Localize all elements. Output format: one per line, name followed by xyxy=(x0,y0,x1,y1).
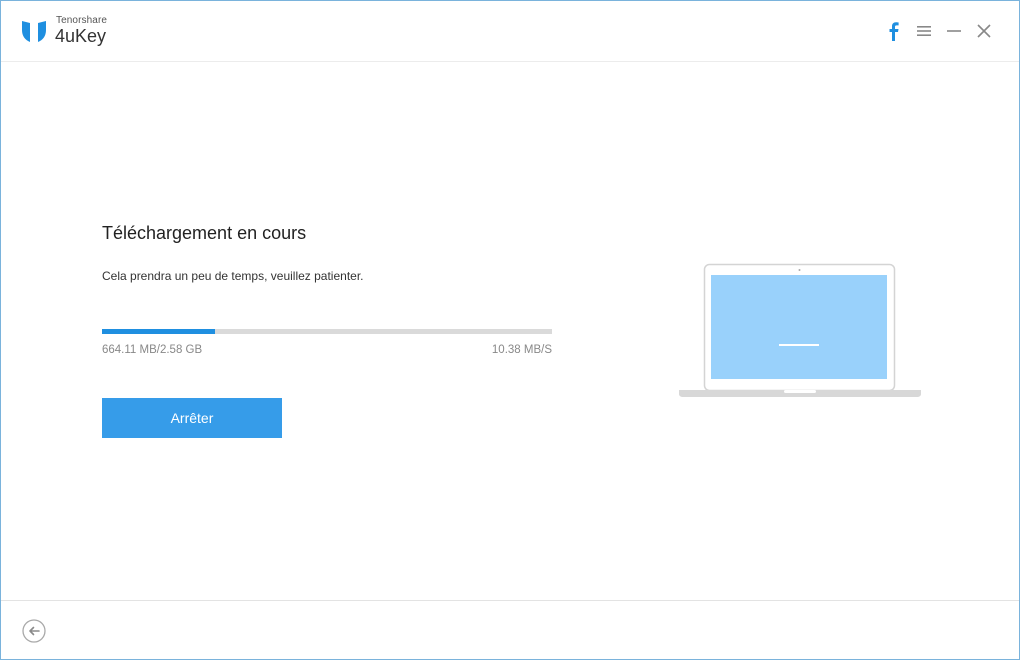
app-window: Tenorshare 4uKey Téléchargement en cours… xyxy=(0,0,1020,660)
laptop-illustration xyxy=(679,263,921,397)
footer-bar xyxy=(1,600,1019,660)
page-subtitle: Cela prendra un peu de temps, veuillez p… xyxy=(102,269,364,283)
title-bar: Tenorshare 4uKey xyxy=(1,1,1019,62)
download-speed-text: 10.38 MB/S xyxy=(491,344,552,356)
stop-button[interactable]: Arrêter xyxy=(102,398,282,438)
page-title: Téléchargement en cours xyxy=(102,223,307,243)
facebook-icon[interactable] xyxy=(885,20,903,42)
menu-icon[interactable] xyxy=(915,20,933,42)
vendor-name: Tenorshare xyxy=(56,15,108,26)
download-progress-fill xyxy=(102,329,215,334)
download-size-text: 664.11 MB/2.58 GB xyxy=(102,344,203,356)
app-name: 4uKey xyxy=(55,26,107,46)
window-controls xyxy=(885,20,993,42)
close-icon[interactable] xyxy=(975,20,993,42)
app-logo-icon xyxy=(22,21,46,42)
back-arrow-icon[interactable] xyxy=(22,619,46,643)
minimize-icon[interactable] xyxy=(945,20,963,42)
download-progress-bar xyxy=(102,329,552,334)
